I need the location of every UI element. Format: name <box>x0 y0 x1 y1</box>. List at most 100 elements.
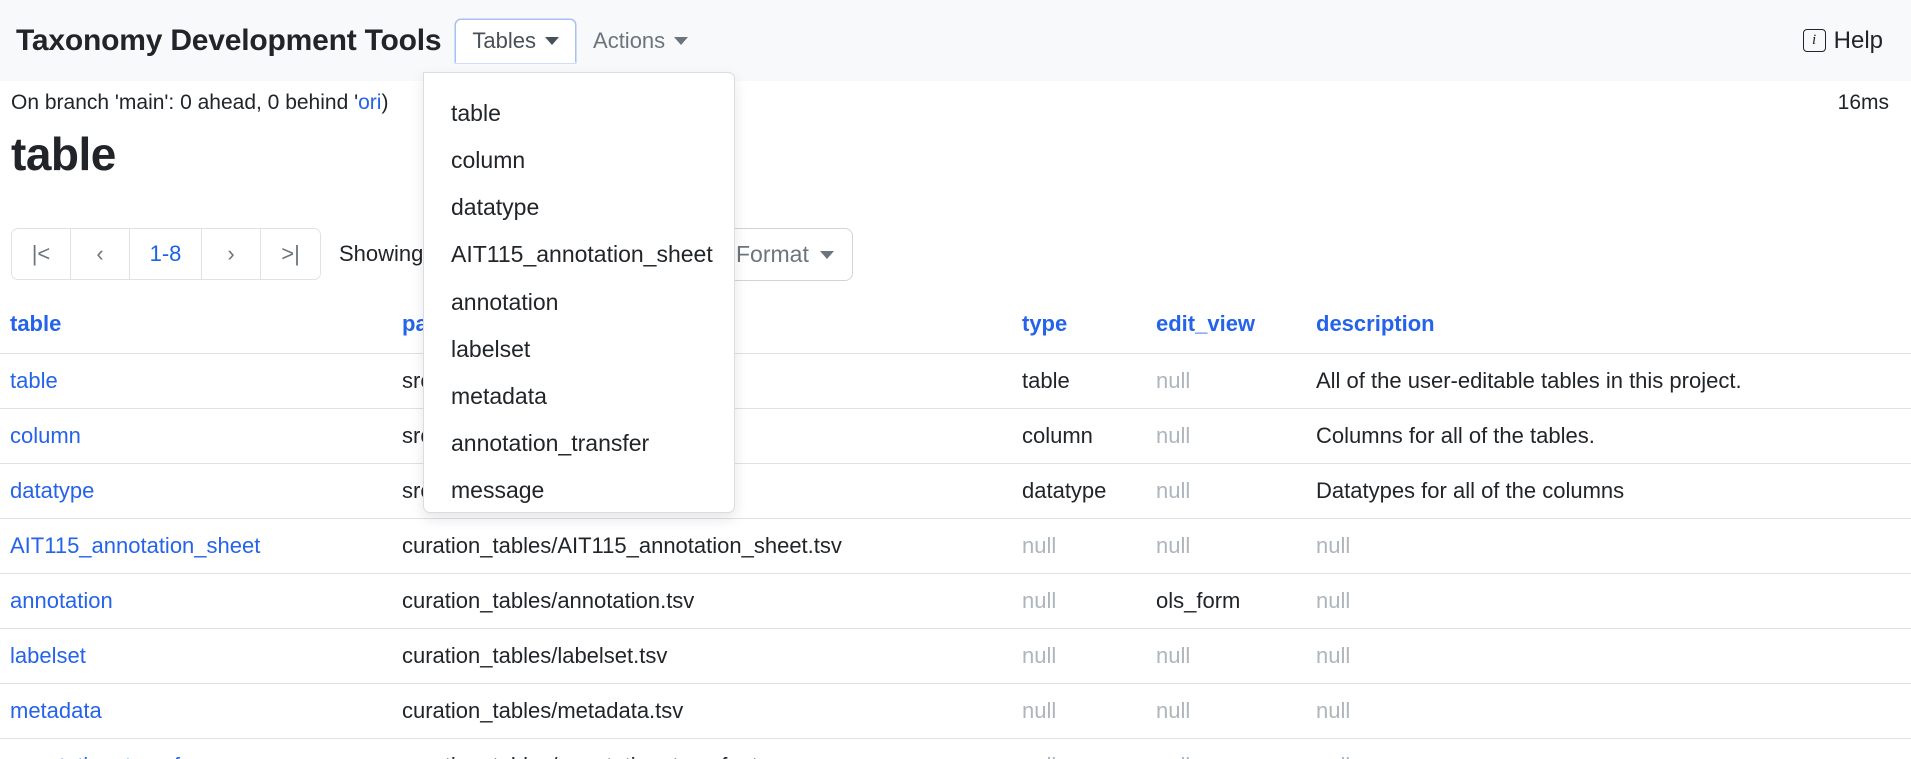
cell-type: datatype <box>1012 464 1146 519</box>
column-header-type[interactable]: type <box>1012 305 1146 354</box>
branch-status-suffix: ) <box>381 91 388 114</box>
table-header-row: table pa type edit_view description <box>0 305 1911 354</box>
help-button[interactable]: i Help <box>1797 26 1889 56</box>
table-row: tablesrctablenullAll of the user-editabl… <box>0 354 1911 409</box>
remote-branch-link[interactable]: ori <box>358 91 381 114</box>
cell-type: null <box>1012 684 1146 739</box>
branch-status-text: On branch 'main': 0 ahead, 0 behind 'ori… <box>11 91 388 115</box>
cell-path: curation_tables/labelset.tsv <box>392 629 1012 684</box>
table-row: datatypesrcdatatypenullDatatypes for all… <box>0 464 1911 519</box>
cell-path: curation_tables/annotation_transfer.tsv <box>392 739 1012 759</box>
cell-table-name: table <box>0 354 392 409</box>
column-header-edit-view[interactable]: edit_view <box>1146 305 1306 354</box>
table-row: metadatacuration_tables/metadata.tsvnull… <box>0 684 1911 739</box>
cell-edit-view: null <box>1146 684 1306 739</box>
table-link[interactable]: annotation_transfer <box>10 753 200 759</box>
cell-description: null <box>1306 629 1911 684</box>
dropdown-item-annotation_transfer[interactable]: annotation_transfer <box>424 420 734 467</box>
cell-table-name: annotation_transfer <box>0 739 392 759</box>
table-link[interactable]: datatype <box>10 478 94 503</box>
data-table-body: tablesrctablenullAll of the user-editabl… <box>0 354 1911 759</box>
cell-description: null <box>1306 519 1911 574</box>
pagination-first-button[interactable]: |< <box>12 229 71 279</box>
cell-edit-view: null <box>1146 739 1306 759</box>
table-link[interactable]: annotation <box>10 588 113 613</box>
cell-path: curation_tables/annotation.tsv <box>392 574 1012 629</box>
pagination-last-button[interactable]: >| <box>261 229 320 279</box>
chevron-down-icon <box>820 251 834 259</box>
actions-menu-button[interactable]: Actions <box>576 19 705 63</box>
dropdown-item-labelset[interactable]: labelset <box>424 326 734 373</box>
cell-edit-view: null <box>1146 519 1306 574</box>
table-link[interactable]: table <box>10 368 58 393</box>
cell-description: null <box>1306 739 1911 759</box>
dropdown-item-ait115_annotation_sheet[interactable]: AIT115_annotation_sheet <box>424 231 734 278</box>
format-dropdown-button[interactable]: Format <box>717 228 853 281</box>
cell-table-name: metadata <box>0 684 392 739</box>
help-label: Help <box>1834 27 1883 55</box>
cell-type: null <box>1012 519 1146 574</box>
dropdown-item-datatype[interactable]: datatype <box>424 184 734 231</box>
cell-type: null <box>1012 739 1146 759</box>
tables-menu-button[interactable]: Tables <box>455 19 576 63</box>
cell-type: table <box>1012 354 1146 409</box>
cell-edit-view: ols_form <box>1146 574 1306 629</box>
branch-status-bar: On branch 'main': 0 ahead, 0 behind 'ori… <box>0 81 1911 125</box>
app-title: Taxonomy Development Tools <box>16 24 441 58</box>
top-navbar: Taxonomy Development Tools Tables Action… <box>0 0 1911 81</box>
actions-menu-label: Actions <box>593 30 665 52</box>
dropdown-item-table[interactable]: table <box>424 90 734 137</box>
table-row: AIT115_annotation_sheet curation_tables/A… <box>0 519 1911 574</box>
data-table-container: table pa type edit_view description tabl… <box>0 305 1911 759</box>
column-header-description[interactable]: description <box>1306 305 1911 354</box>
cell-type: null <box>1012 574 1146 629</box>
table-row: labelsetcuration_tables/labelset.tsvnull… <box>0 629 1911 684</box>
table-row: annotation_transfer curation_tables/annot… <box>0 739 1911 759</box>
cell-description: All of the user-editable tables in this … <box>1306 354 1911 409</box>
table-link[interactable]: labelset <box>10 643 86 668</box>
format-label: Format <box>736 241 809 268</box>
info-icon: i <box>1803 29 1826 52</box>
cell-type: column <box>1012 409 1146 464</box>
pagination-range-button[interactable]: 1-8 <box>130 229 202 279</box>
pagination-controls: |< ‹ 1-8 › >| <box>11 228 321 280</box>
data-table-head: table pa type edit_view description <box>0 305 1911 354</box>
cell-table-name: datatype <box>0 464 392 519</box>
showing-label: Showing <box>339 241 423 267</box>
app-root: Taxonomy Development Tools Tables Action… <box>0 0 1911 759</box>
cell-table-name: AIT115_annotation_sheet <box>0 519 392 574</box>
dropdown-item-column[interactable]: column <box>424 137 734 184</box>
cell-edit-view: null <box>1146 409 1306 464</box>
cell-path: curation_tables/metadata.tsv <box>392 684 1012 739</box>
page-title: table <box>11 129 116 180</box>
request-timing: 16ms <box>1838 91 1889 115</box>
cell-path: curation_tables/AIT115_annotation_sheet.… <box>392 519 1012 574</box>
table-row: columnsrccolumnnullColumns for all of th… <box>0 409 1911 464</box>
pagination-prev-button[interactable]: ‹ <box>71 229 130 279</box>
tables-dropdown-menu[interactable]: tablecolumndatatypeAIT115_annotation_she… <box>423 72 735 513</box>
table-toolbar: |< ‹ 1-8 › >| Showing <box>11 228 423 280</box>
table-link[interactable]: metadata <box>10 698 102 723</box>
pagination-next-button[interactable]: › <box>202 229 261 279</box>
cell-edit-view: null <box>1146 354 1306 409</box>
cell-description: Columns for all of the tables. <box>1306 409 1911 464</box>
cell-edit-view: null <box>1146 629 1306 684</box>
column-header-table[interactable]: table <box>0 305 392 354</box>
chevron-down-icon <box>545 37 559 45</box>
dropdown-item-annotation[interactable]: annotation <box>424 279 734 326</box>
table-link[interactable]: AIT115_annotation_sheet <box>10 533 260 558</box>
dropdown-item-message[interactable]: message <box>424 467 734 513</box>
branch-status-prefix: On branch 'main': 0 ahead, 0 behind ' <box>11 91 358 114</box>
dropdown-item-metadata[interactable]: metadata <box>424 373 734 420</box>
cell-description: Datatypes for all of the columns <box>1306 464 1911 519</box>
cell-table-name: labelset <box>0 629 392 684</box>
data-table: table pa type edit_view description tabl… <box>0 305 1911 759</box>
cell-type: null <box>1012 629 1146 684</box>
cell-table-name: annotation <box>0 574 392 629</box>
table-row: annotation curation_tables/annotation.tsv… <box>0 574 1911 629</box>
table-link[interactable]: column <box>10 423 81 448</box>
cell-table-name: column <box>0 409 392 464</box>
chevron-down-icon <box>674 37 688 45</box>
cell-description: null <box>1306 574 1911 629</box>
cell-edit-view: null <box>1146 464 1306 519</box>
